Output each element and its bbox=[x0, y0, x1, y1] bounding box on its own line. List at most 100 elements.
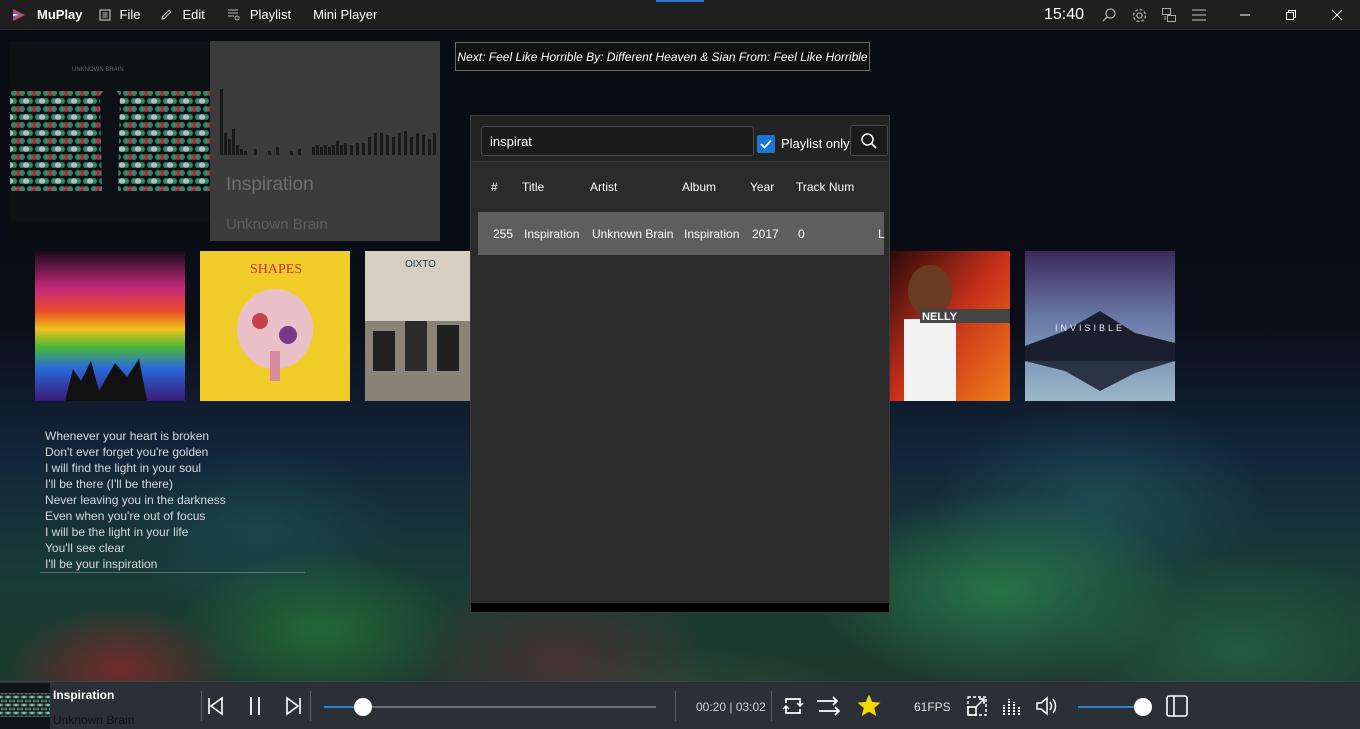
player-track-artist: Unknown Brain bbox=[53, 713, 135, 727]
player-album-art[interactable] bbox=[0, 683, 50, 729]
repeat-button[interactable] bbox=[778, 691, 808, 721]
now-playing-album-art[interactable]: UNKNOWN BRAIN bbox=[10, 41, 210, 239]
app-logo-icon bbox=[13, 8, 25, 21]
svg-text:UNKNOWN BRAIN: UNKNOWN BRAIN bbox=[72, 67, 124, 73]
menu-file[interactable]: File bbox=[98, 7, 141, 22]
album-tile[interactable]: INVISIBLE bbox=[1025, 251, 1175, 401]
hamburger-menu-button[interactable] bbox=[1184, 0, 1214, 30]
cell-album: Inspiration bbox=[684, 227, 740, 241]
gear-icon bbox=[1132, 8, 1146, 22]
shuffle-button[interactable] bbox=[813, 691, 843, 721]
search-dialog: Playlist only # Title Artist Album Year … bbox=[470, 115, 890, 613]
repeat-icon bbox=[782, 698, 804, 714]
minimize-button[interactable] bbox=[1222, 0, 1268, 30]
restore-icon bbox=[1286, 10, 1296, 20]
volume-slider-thumb[interactable] bbox=[1133, 698, 1152, 716]
file-icon bbox=[98, 8, 111, 21]
column-header-album[interactable]: Album bbox=[682, 180, 716, 194]
search-submit-button[interactable] bbox=[850, 125, 888, 156]
star-icon bbox=[857, 694, 881, 716]
album-cover-rainbow bbox=[35, 251, 185, 401]
seek-bar-thumb[interactable] bbox=[353, 698, 372, 716]
equalizer-icon bbox=[1003, 699, 1020, 715]
svg-text:OIXTO: OIXTO bbox=[405, 259, 436, 270]
seek-bar[interactable] bbox=[324, 698, 656, 716]
cell-number: 255 bbox=[493, 227, 514, 241]
svg-text:NELLY: NELLY bbox=[922, 311, 958, 323]
player-bar: Inspiration Unknown Brain 00:20 | 03:02 … bbox=[0, 681, 1360, 729]
search-dialog-header: Playlist only bbox=[471, 116, 889, 162]
column-header-artist[interactable]: Artist bbox=[590, 180, 617, 194]
settings-button[interactable] bbox=[1124, 0, 1154, 30]
next-track-banner: Next: Feel Like Horrible By: Different H… bbox=[455, 42, 870, 71]
layout-button[interactable] bbox=[1154, 0, 1184, 30]
favorite-button[interactable] bbox=[854, 691, 884, 721]
audio-visualizer bbox=[220, 89, 436, 155]
title-bar: MuPlay File Edit Playlist Mini Player 15… bbox=[0, 0, 1360, 30]
player-divider bbox=[771, 691, 772, 721]
menu-edit[interactable]: Edit bbox=[160, 7, 205, 22]
menu-playlist-label: Playlist bbox=[249, 7, 292, 22]
menu-mini-player-label: Mini Player bbox=[313, 7, 378, 22]
lyric-line: Don't ever forget you're golden bbox=[45, 445, 209, 459]
lyric-line: Whenever your heart is broken bbox=[45, 429, 210, 443]
album-tile[interactable] bbox=[35, 251, 185, 401]
hamburger-icon bbox=[1192, 9, 1206, 21]
search-icon bbox=[1102, 8, 1116, 22]
previous-button[interactable] bbox=[200, 691, 230, 721]
lyric-line: I will be the light in your life bbox=[45, 525, 189, 539]
search-icon bbox=[861, 132, 877, 149]
search-input[interactable] bbox=[481, 126, 754, 156]
lyric-line: Even when you're out of focus bbox=[45, 509, 206, 523]
loop-order-icon bbox=[817, 696, 841, 716]
sidebar-toggle-button[interactable] bbox=[1162, 691, 1192, 721]
now-playing-panel: Inspiration Unknown Brain bbox=[210, 41, 440, 241]
cell-artist: Unknown Brain bbox=[592, 227, 674, 241]
lyric-line: Never leaving you in the darkness bbox=[45, 493, 226, 507]
lyric-line: I'll be there (I'll be there) bbox=[45, 477, 173, 491]
menu-edit-label: Edit bbox=[182, 7, 205, 22]
column-header-number[interactable]: # bbox=[491, 180, 498, 194]
clock: 15:40 bbox=[1043, 6, 1084, 23]
playlist-only-checkbox[interactable] bbox=[757, 135, 775, 153]
close-button[interactable] bbox=[1314, 0, 1360, 30]
menu-file-label: File bbox=[119, 7, 141, 22]
table-row[interactable]: 255 Inspiration Unknown Brain Inspiratio… bbox=[478, 212, 885, 255]
fps-counter: 61FPS bbox=[914, 700, 951, 714]
volume-button[interactable] bbox=[1032, 691, 1062, 721]
menu-playlist[interactable]: Playlist bbox=[227, 7, 291, 22]
search-button[interactable] bbox=[1094, 0, 1124, 30]
lyric-line: I will find the light in your soul bbox=[45, 461, 202, 475]
player-album-art-image bbox=[0, 683, 50, 729]
album-tile[interactable]: NELLY bbox=[890, 251, 1010, 401]
playback-time: 00:20 | 03:02 bbox=[696, 700, 766, 714]
layout-icon bbox=[1162, 8, 1176, 22]
resize-button[interactable] bbox=[962, 691, 992, 721]
album-art-image: UNKNOWN BRAIN bbox=[10, 41, 210, 239]
menu-mini-player[interactable]: Mini Player bbox=[313, 7, 377, 22]
title-accent bbox=[656, 0, 704, 2]
restore-button[interactable] bbox=[1268, 0, 1314, 30]
column-header-year[interactable]: Year bbox=[750, 180, 774, 194]
player-divider bbox=[675, 691, 676, 721]
equalizer-button[interactable] bbox=[997, 691, 1027, 721]
album-cover-band: OIXTO bbox=[365, 251, 470, 401]
pause-button[interactable] bbox=[240, 691, 270, 721]
player-divider bbox=[310, 691, 311, 721]
column-header-title[interactable]: Title bbox=[522, 180, 544, 194]
cell-title: Inspiration bbox=[524, 227, 580, 241]
album-tile[interactable]: SHAPES bbox=[200, 251, 350, 401]
playlist-only-label[interactable]: Playlist only bbox=[781, 136, 850, 151]
album-cover-nelly: NELLY bbox=[890, 251, 1010, 401]
volume-slider[interactable] bbox=[1078, 698, 1152, 716]
pause-icon bbox=[250, 697, 260, 715]
lyrics-panel: Whenever your heart is broken Don't ever… bbox=[45, 428, 226, 572]
volume-icon bbox=[1036, 696, 1057, 716]
pencil-icon bbox=[161, 9, 173, 20]
volume-slider-fill bbox=[1078, 706, 1143, 708]
app-name: MuPlay bbox=[37, 7, 83, 22]
lyrics-divider bbox=[40, 572, 305, 573]
column-header-track-num[interactable]: Track Num bbox=[796, 180, 854, 194]
next-button[interactable] bbox=[279, 691, 309, 721]
album-tile[interactable]: OIXTO bbox=[365, 251, 470, 401]
